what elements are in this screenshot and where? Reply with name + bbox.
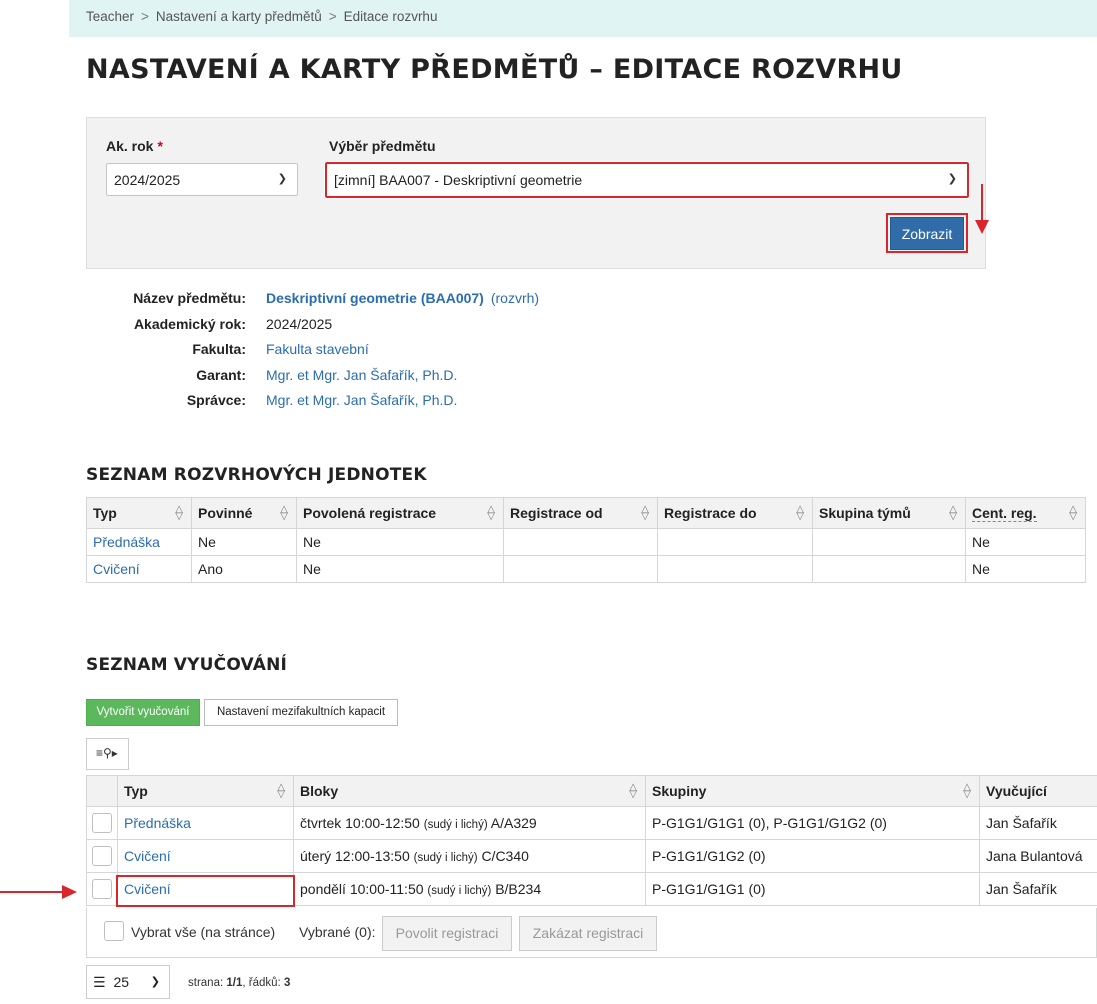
sort-icon: △ ▽	[629, 782, 637, 800]
col-header-cent-reg[interactable]: Cent. reg. △ ▽	[965, 497, 1086, 529]
filter-panel: Ak. rok * 2024/2025 ❯ Výběr předmětu [zim…	[86, 117, 986, 269]
admin-link[interactable]: Mgr. et Mgr. Jan Šafařík, Ph.D.	[266, 392, 457, 408]
info-row-guarantor: Garant: Mgr. et Mgr. Jan Šafařík, Ph.D.	[196, 367, 458, 383]
table-row: Cvičení Ano Ne Ne	[86, 555, 1086, 583]
arrow-down-icon	[975, 184, 989, 234]
units-table: Typ △ ▽ Povinné △ ▽ Povolená registrace △ ▽ Re…	[86, 497, 1086, 583]
chevron-right-icon: >	[328, 9, 337, 24]
allow-registration-button[interactable]: Povolit registraci	[382, 916, 512, 951]
year-select[interactable]: 2024/2025 ❯	[106, 163, 298, 196]
selected-count: Vybrané (0):	[299, 924, 376, 940]
sort-icon: △ ▽	[175, 504, 183, 522]
pager-info: strana: 1/1, řádků: 3	[188, 977, 291, 989]
page-title: NASTAVENÍ A KARTY PŘEDMĚTŮ – EDITACE ROZ…	[86, 54, 903, 85]
chevron-right-icon: >	[141, 9, 149, 24]
filter-toggle-button[interactable]: ≡⚲▸	[86, 738, 129, 770]
info-row-name: Název předmětu: Deskriptivní geometrie (…	[133, 290, 540, 306]
sort-icon: △ ▽	[1069, 504, 1077, 522]
col-header-lesson-type[interactable]: Typ △ ▽	[117, 775, 294, 807]
lessons-section-title: SEZNAM VYUČOVÁNÍ	[86, 655, 288, 675]
list-icon: ☰	[93, 974, 106, 990]
sort-icon: △ ▽	[963, 782, 971, 800]
sort-icon: △ ▽	[641, 504, 649, 522]
col-header-blocks[interactable]: Bloky △ ▽	[293, 775, 646, 807]
col-header-allowed-registration[interactable]: Povolená registrace △ ▽	[296, 497, 504, 529]
lessons-table: Typ △ ▽ Bloky △ ▽ Skupiny △ ▽ Vyučující Předná…	[86, 775, 1097, 906]
subject-select[interactable]: [zimní] BAA007 - Deskriptivní geometrie …	[324, 161, 970, 199]
faculty-link[interactable]: Fakulta stavební	[266, 341, 369, 357]
chevron-down-icon: ❯	[150, 976, 160, 988]
info-row-faculty: Fakulta: Fakulta stavební	[192, 341, 369, 357]
show-button[interactable]: Zobrazit	[890, 217, 964, 250]
year-label: Ak. rok *	[106, 138, 163, 154]
lesson-type-link[interactable]: Cvičení	[124, 881, 171, 897]
breadcrumb-settings[interactable]: Nastavení a karty předmětů	[156, 9, 322, 24]
lesson-type-link[interactable]: Cvičení	[124, 848, 171, 864]
page-size-select[interactable]: ☰ 25 ❯	[86, 965, 170, 999]
col-header-mandatory[interactable]: Povinné △ ▽	[191, 497, 297, 529]
row-checkbox[interactable]	[92, 846, 112, 866]
select-all-checkbox[interactable]	[104, 921, 124, 941]
col-header-registration-from[interactable]: Registrace od △ ▽	[503, 497, 658, 529]
unit-type-link[interactable]: Cvičení	[93, 561, 140, 577]
select-all-label[interactable]: Vybrat vše (na stránce)	[131, 924, 275, 940]
chevron-down-icon: ❯	[947, 173, 957, 185]
col-header-teacher[interactable]: Vyučující	[979, 775, 1097, 807]
arrow-right-icon	[0, 885, 77, 899]
units-section-title: SEZNAM ROZVRHOVÝCH JEDNOTEK	[86, 465, 427, 485]
breadcrumb-teacher[interactable]: Teacher	[86, 9, 134, 24]
col-header-select	[86, 775, 118, 807]
lesson-type-link[interactable]: Přednáška	[124, 815, 191, 831]
row-checkbox[interactable]	[92, 879, 112, 899]
breadcrumb: Teacher > Nastavení a karty předmětů > Edita…	[69, 0, 1097, 37]
table-row: Cvičení pondělí 10:00-11:50 (sudý i lich…	[86, 872, 1097, 906]
sort-icon: △ ▽	[277, 782, 285, 800]
col-header-groups[interactable]: Skupiny △ ▽	[645, 775, 980, 807]
subject-label: Výběr předmětu	[329, 138, 436, 154]
filter-icon: ≡⚲▸	[96, 746, 118, 760]
subject-name-link[interactable]: Deskriptivní geometrie (BAA007)	[266, 290, 484, 306]
table-row: Přednáška Ne Ne Ne	[86, 528, 1086, 556]
capacity-settings-button[interactable]: Nastavení mezifakultních kapacit	[204, 699, 398, 726]
schedule-link[interactable]: (rozvrh)	[491, 290, 539, 306]
guarantor-link[interactable]: Mgr. et Mgr. Jan Šafařík, Ph.D.	[266, 367, 457, 383]
unit-type-link[interactable]: Přednáška	[93, 534, 160, 550]
sort-icon: △ ▽	[949, 504, 957, 522]
deny-registration-button[interactable]: Zakázat registraci	[519, 916, 657, 951]
info-row-admin: Správce: Mgr. et Mgr. Jan Šafařík, Ph.D.	[186, 392, 458, 408]
row-checkbox[interactable]	[92, 813, 112, 833]
col-header-team-group[interactable]: Skupina týmů △ ▽	[812, 497, 966, 529]
table-row: Cvičení úterý 12:00-13:50 (sudý i lichý)…	[86, 839, 1097, 873]
chevron-down-icon: ❯	[277, 173, 287, 185]
bulk-actions-bar: Vybrat vše (na stránce) Vybrané (0): Pov…	[86, 908, 1097, 958]
breadcrumb-current: Editace rozvrhu	[343, 9, 438, 24]
create-lesson-button[interactable]: Vytvořit vyučování	[86, 699, 200, 726]
sort-icon: △ ▽	[280, 504, 288, 522]
col-header-type[interactable]: Typ △ ▽	[86, 497, 192, 529]
sort-icon: △ ▽	[487, 504, 495, 522]
sort-icon: △ ▽	[796, 504, 804, 522]
table-row: Přednáška čtvrtek 10:00-12:50 (sudý i li…	[86, 806, 1097, 840]
col-header-registration-to[interactable]: Registrace do △ ▽	[657, 497, 813, 529]
info-row-year: Akademický rok: 2024/2025	[133, 316, 333, 332]
